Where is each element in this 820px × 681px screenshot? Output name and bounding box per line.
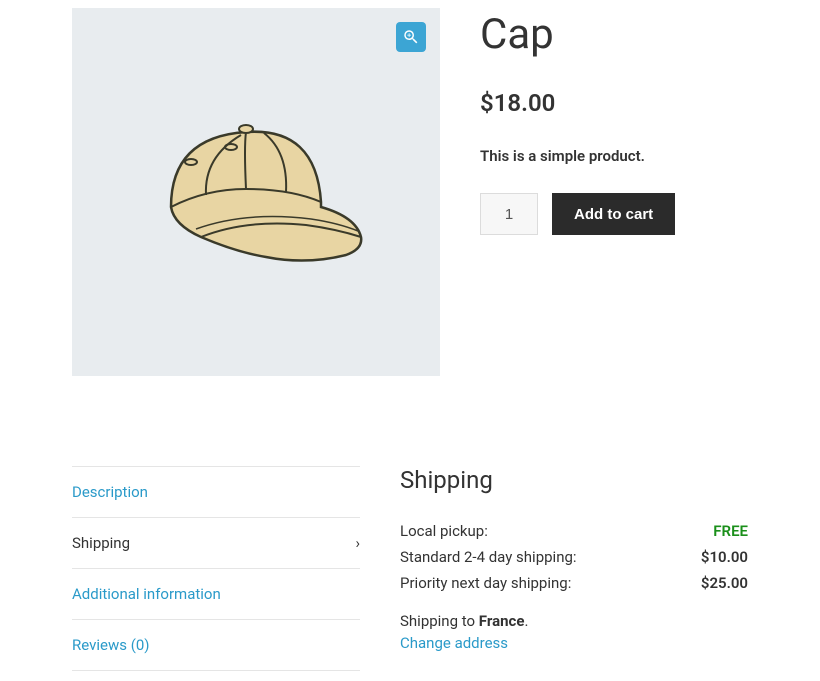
shipping-heading: Shipping (400, 466, 748, 494)
product-title: Cap (480, 10, 748, 59)
product-description: This is a simple product. (480, 147, 748, 165)
product-price: $18.00 (480, 89, 748, 117)
shipping-option-price: FREE (713, 522, 748, 540)
tab-additional-information[interactable]: Additional information (72, 569, 360, 620)
shipping-option-price: $10.00 (701, 548, 748, 566)
shipping-option-price: $25.00 (701, 574, 748, 592)
product-image[interactable] (72, 8, 440, 376)
tab-label: Shipping (72, 534, 130, 552)
change-address-link[interactable]: Change address (400, 634, 508, 652)
shipping-panel: Shipping Local pickup: FREE Standard 2-4 d… (400, 466, 748, 671)
shipping-option-label: Local pickup: (400, 522, 488, 540)
tab-shipping[interactable]: Shipping › (72, 518, 360, 569)
product-tabs: Description Shipping › Additional inform… (72, 466, 360, 671)
add-to-cart-button[interactable]: Add to cart (552, 193, 675, 235)
shipping-option-row: Local pickup: FREE (400, 522, 748, 540)
tab-label: Additional information (72, 585, 221, 603)
tab-label: Description (72, 483, 148, 501)
shipping-option-row: Standard 2-4 day shipping: $10.00 (400, 548, 748, 566)
zoom-button[interactable] (396, 22, 426, 52)
tab-reviews[interactable]: Reviews (0) (72, 620, 360, 671)
tab-description[interactable]: Description (72, 466, 360, 518)
shipping-option-row: Priority next day shipping: $25.00 (400, 574, 748, 592)
shipping-option-label: Priority next day shipping: (400, 574, 571, 592)
zoom-icon (402, 28, 420, 46)
shipping-option-label: Standard 2-4 day shipping: (400, 548, 577, 566)
chevron-right-icon: › (355, 534, 360, 552)
product-cap-image (146, 107, 366, 277)
quantity-input[interactable] (480, 193, 538, 235)
shipping-destination: Shipping to France. (400, 612, 748, 630)
tab-label: Reviews (0) (72, 636, 150, 654)
